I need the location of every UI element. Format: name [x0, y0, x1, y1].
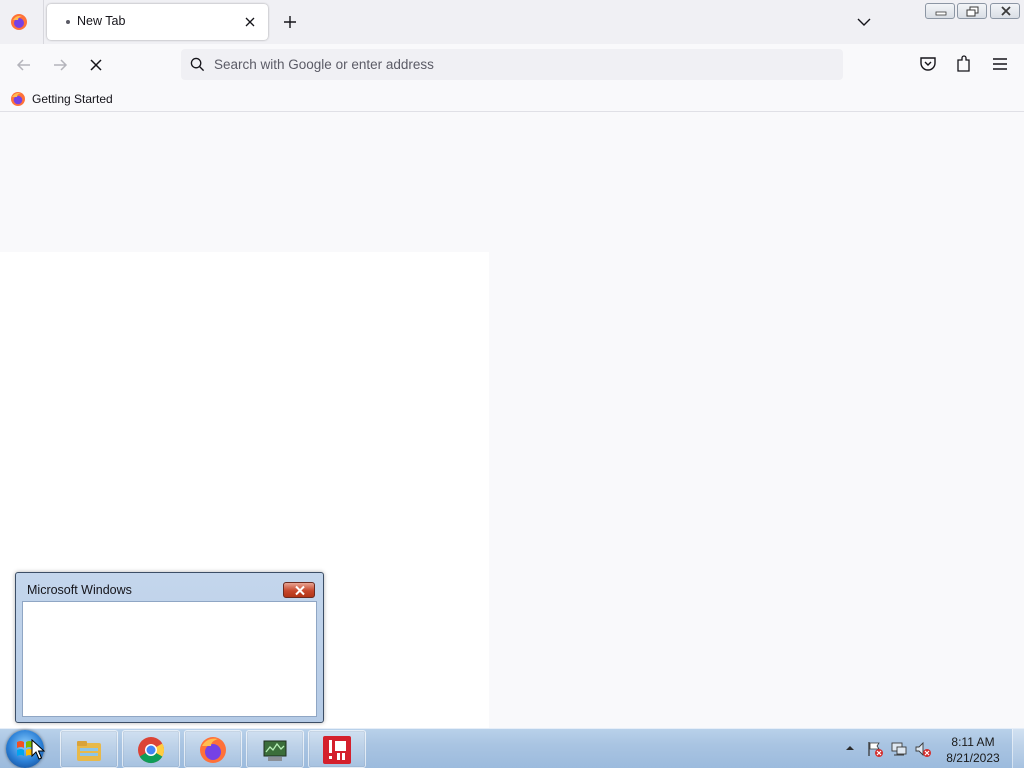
tab-close-icon[interactable]	[240, 12, 260, 32]
pocket-icon[interactable]	[918, 54, 938, 74]
clock-date: 8/21/2023	[946, 751, 1000, 765]
bookmarks-toolbar: Getting Started	[0, 86, 1024, 112]
network-monitor-icon	[263, 740, 287, 761]
tab-loading-indicator	[66, 20, 70, 24]
chrome-icon	[138, 737, 165, 764]
window-close-button[interactable]	[990, 3, 1020, 19]
taskbar-network-tool[interactable]	[246, 730, 304, 768]
close-icon	[295, 585, 305, 596]
tab-new-tab[interactable]: New Tab	[47, 4, 268, 40]
url-bar[interactable]	[181, 49, 843, 80]
forward-arrow-icon[interactable]	[48, 53, 72, 77]
tab-separator	[43, 0, 44, 44]
network-status-icon[interactable]	[890, 740, 908, 758]
taskbar-windows-explorer[interactable]	[60, 730, 118, 768]
firefox-logo-icon	[11, 92, 25, 106]
alert-app-icon	[323, 736, 351, 764]
dialog-body	[22, 601, 317, 717]
folder-icon	[77, 741, 101, 761]
dialog-close-button[interactable]	[283, 582, 315, 598]
new-tab-button[interactable]	[278, 10, 302, 34]
bookmark-label: Getting Started	[32, 92, 113, 106]
extensions-puzzle-icon[interactable]	[954, 54, 974, 74]
window-minimize-button[interactable]	[925, 3, 955, 19]
taskbar-clock[interactable]: 8:11 AM 8/21/2023	[940, 734, 1006, 766]
mouse-cursor-icon	[31, 739, 45, 760]
window-restore-button[interactable]	[957, 3, 987, 19]
taskbar: 8:11 AM 8/21/2023	[0, 728, 1024, 768]
search-icon	[190, 57, 205, 72]
list-all-tabs-chevron-down-icon[interactable]	[854, 12, 874, 32]
tab-title: New Tab	[77, 14, 126, 28]
microsoft-windows-dialog: Microsoft Windows	[15, 572, 324, 723]
taskbar-firefox[interactable]	[184, 730, 242, 768]
stop-loading-icon[interactable]	[84, 53, 108, 77]
search-input[interactable]	[214, 49, 814, 80]
back-arrow-icon[interactable]	[12, 53, 36, 77]
show-desktop-button[interactable]	[1012, 729, 1024, 768]
action-center-flag-icon[interactable]	[866, 740, 884, 758]
bookmark-getting-started[interactable]: Getting Started	[10, 90, 113, 108]
firefox-view-icon[interactable]	[10, 13, 28, 31]
firefox-logo-icon	[200, 737, 226, 763]
volume-muted-icon[interactable]	[914, 740, 932, 758]
tab-strip: New Tab	[0, 0, 1024, 44]
taskbar-alert-app[interactable]	[308, 730, 366, 768]
taskbar-google-chrome[interactable]	[122, 730, 180, 768]
hamburger-menu-icon[interactable]	[990, 54, 1010, 74]
clock-time: 8:11 AM	[951, 735, 995, 749]
show-hidden-icons-chevron-up-icon[interactable]	[845, 743, 855, 753]
dialog-title: Microsoft Windows	[27, 583, 132, 597]
